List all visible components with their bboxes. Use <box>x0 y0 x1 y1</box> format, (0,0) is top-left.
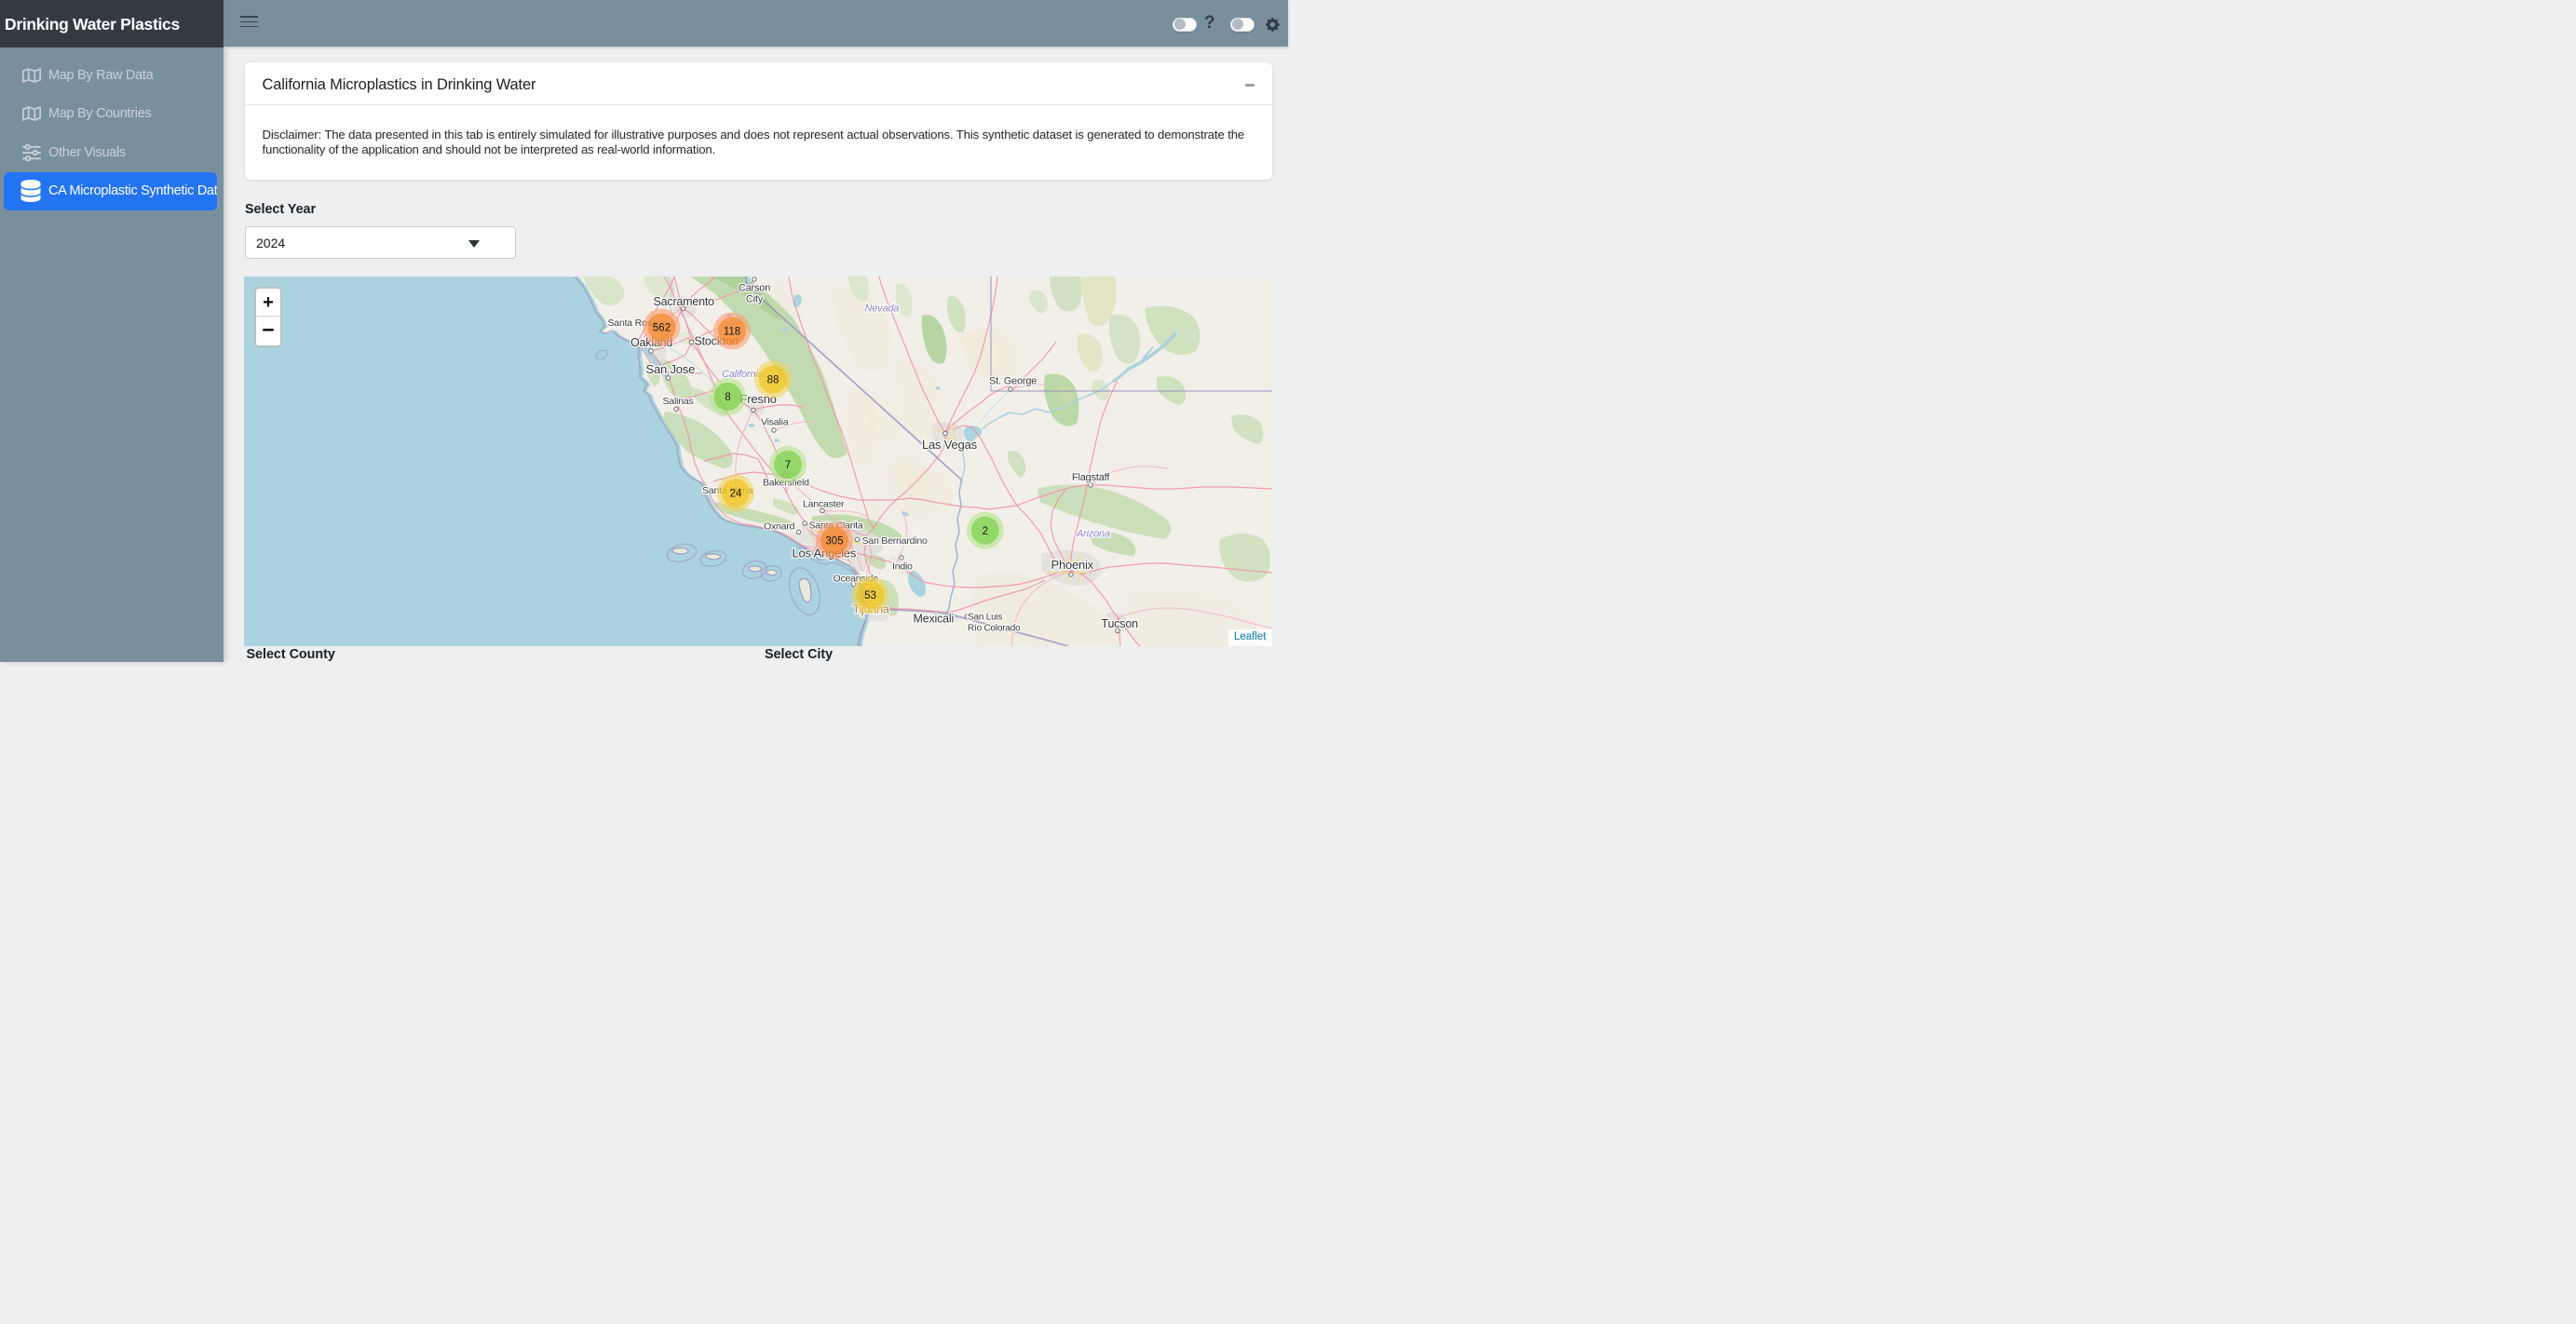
svg-text:Río Colorado: Río Colorado <box>968 624 1021 634</box>
svg-text:Carson: Carson <box>738 283 769 294</box>
svg-text:Phoenix: Phoenix <box>1051 558 1093 572</box>
svg-text:Mexicali: Mexicali <box>913 613 954 626</box>
svg-text:Lancaster: Lancaster <box>803 499 845 510</box>
svg-text:118: 118 <box>723 327 739 338</box>
svg-text:San Luis: San Luis <box>968 613 1003 623</box>
svg-text:562: 562 <box>652 323 670 334</box>
svg-text:San Bernardino: San Bernardino <box>861 535 928 547</box>
svg-text:Visalia: Visalia <box>761 417 789 428</box>
svg-text:Salinas: Salinas <box>662 396 693 407</box>
svg-text:Sacramento: Sacramento <box>653 295 714 308</box>
svg-text:Arizona: Arizona <box>1076 529 1110 540</box>
svg-text:7: 7 <box>784 460 790 471</box>
svg-text:2: 2 <box>982 526 987 537</box>
svg-text:Nevada: Nevada <box>864 304 899 315</box>
svg-text:24: 24 <box>729 489 741 500</box>
svg-text:Oxnard: Oxnard <box>764 521 795 533</box>
svg-text:Flagstaff: Flagstaff <box>1072 472 1110 483</box>
svg-text:8: 8 <box>725 392 730 403</box>
svg-text:Indio: Indio <box>892 561 913 573</box>
svg-text:53: 53 <box>864 590 876 601</box>
svg-text:Tucson: Tucson <box>1101 617 1138 630</box>
svg-text:St. George: St. George <box>989 376 1037 387</box>
svg-text:City: City <box>745 294 763 305</box>
svg-text:88: 88 <box>766 375 779 386</box>
svg-text:305: 305 <box>825 536 843 547</box>
svg-text:San Jose: San Jose <box>645 362 695 376</box>
svg-text:Las Vegas: Las Vegas <box>922 438 978 452</box>
